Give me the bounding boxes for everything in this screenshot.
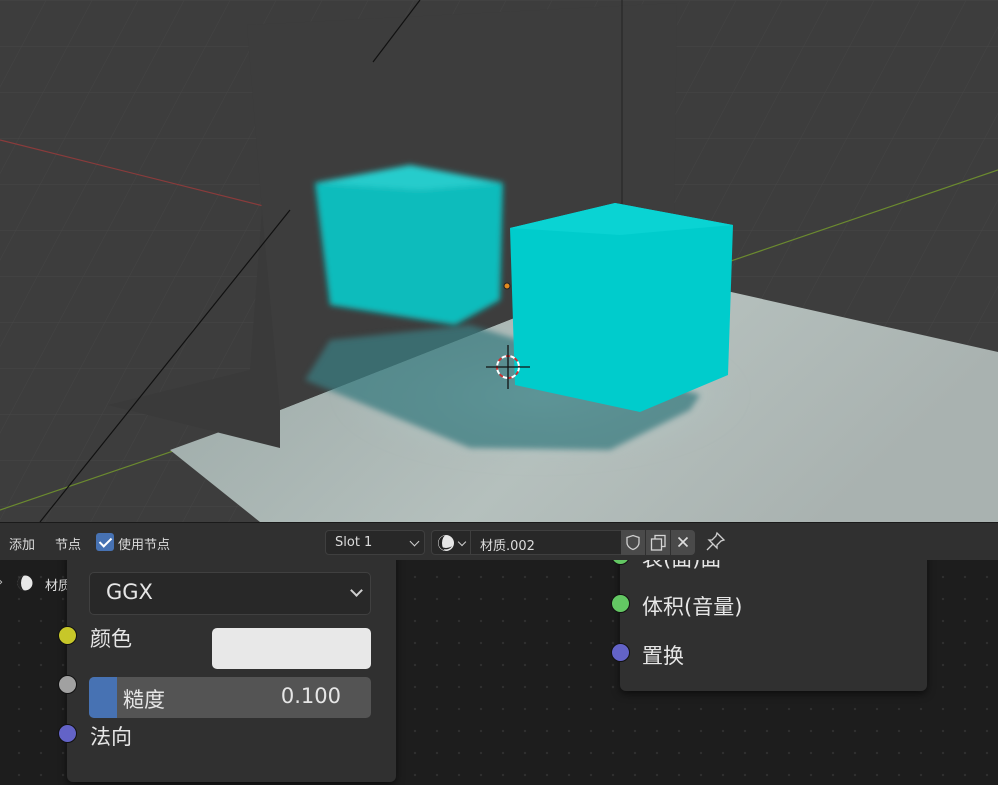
fake-user-button[interactable] bbox=[621, 530, 645, 555]
menu-node[interactable]: 节点 bbox=[55, 534, 81, 553]
cyan-cube[interactable] bbox=[510, 203, 733, 412]
material-browse-button[interactable] bbox=[431, 530, 471, 555]
chevron-down-icon bbox=[350, 584, 363, 597]
viewport-scene bbox=[0, 0, 998, 522]
node-editor-header: 添加 节点 使用节点 Slot 1 材质.002 bbox=[0, 522, 998, 560]
color-socket[interactable] bbox=[58, 626, 77, 645]
material-name-field[interactable]: 材质.002 bbox=[470, 530, 622, 555]
shield-icon bbox=[626, 534, 640, 551]
object-origin bbox=[503, 282, 511, 290]
material-name-text: 材质.002 bbox=[480, 539, 535, 554]
slot-label: Slot 1 bbox=[335, 535, 373, 550]
chevron-down-icon bbox=[409, 536, 420, 547]
roughness-slider[interactable]: 糙度 0.100 bbox=[89, 677, 371, 718]
surface-socket[interactable] bbox=[611, 560, 630, 565]
use-nodes-label: 使用节点 bbox=[118, 538, 171, 553]
slot-dropdown[interactable]: Slot 1 bbox=[325, 530, 425, 555]
roughness-value: 0.100 bbox=[280, 684, 341, 708]
node-canvas[interactable]: › 材质.002 GGX 颜色 糙度 0.100 法向 表(面)面 体积(音量)… bbox=[0, 560, 998, 785]
breadcrumb-arrow-icon: › bbox=[0, 575, 3, 590]
roughness-socket[interactable] bbox=[58, 675, 77, 694]
chevron-down-icon bbox=[457, 537, 467, 547]
blurred-cube bbox=[315, 165, 503, 325]
copy-icon bbox=[650, 534, 666, 551]
normal-socket[interactable] bbox=[58, 724, 77, 743]
volume-label: 体积(音量) bbox=[642, 595, 743, 619]
distribution-value: GGX bbox=[106, 580, 153, 604]
roughness-slider-fill bbox=[89, 677, 118, 718]
material-sphere-icon bbox=[17, 575, 33, 591]
close-icon bbox=[677, 536, 689, 548]
color-swatch[interactable] bbox=[212, 628, 371, 669]
unlink-material-button[interactable] bbox=[671, 530, 695, 555]
color-label: 颜色 bbox=[90, 627, 132, 651]
surface-label: 表(面)面 bbox=[642, 560, 721, 573]
material-output-node[interactable]: 表(面)面 体积(音量) 置换 bbox=[611, 560, 927, 691]
duplicate-material-button[interactable] bbox=[646, 530, 670, 555]
material-sphere-icon bbox=[438, 535, 454, 551]
distribution-dropdown[interactable]: GGX bbox=[89, 572, 371, 615]
normal-label: 法向 bbox=[90, 725, 132, 749]
menu-add[interactable]: 添加 bbox=[9, 534, 35, 553]
use-nodes-checkbox[interactable] bbox=[96, 533, 114, 551]
displacement-label: 置换 bbox=[642, 644, 684, 668]
3d-viewport[interactable] bbox=[0, 0, 998, 522]
principled-bsdf-node[interactable]: GGX 颜色 糙度 0.100 法向 bbox=[58, 560, 396, 782]
pin-icon[interactable] bbox=[704, 531, 726, 553]
displacement-socket[interactable] bbox=[611, 643, 630, 662]
roughness-label: 糙度 bbox=[123, 688, 165, 712]
volume-socket[interactable] bbox=[611, 594, 630, 613]
